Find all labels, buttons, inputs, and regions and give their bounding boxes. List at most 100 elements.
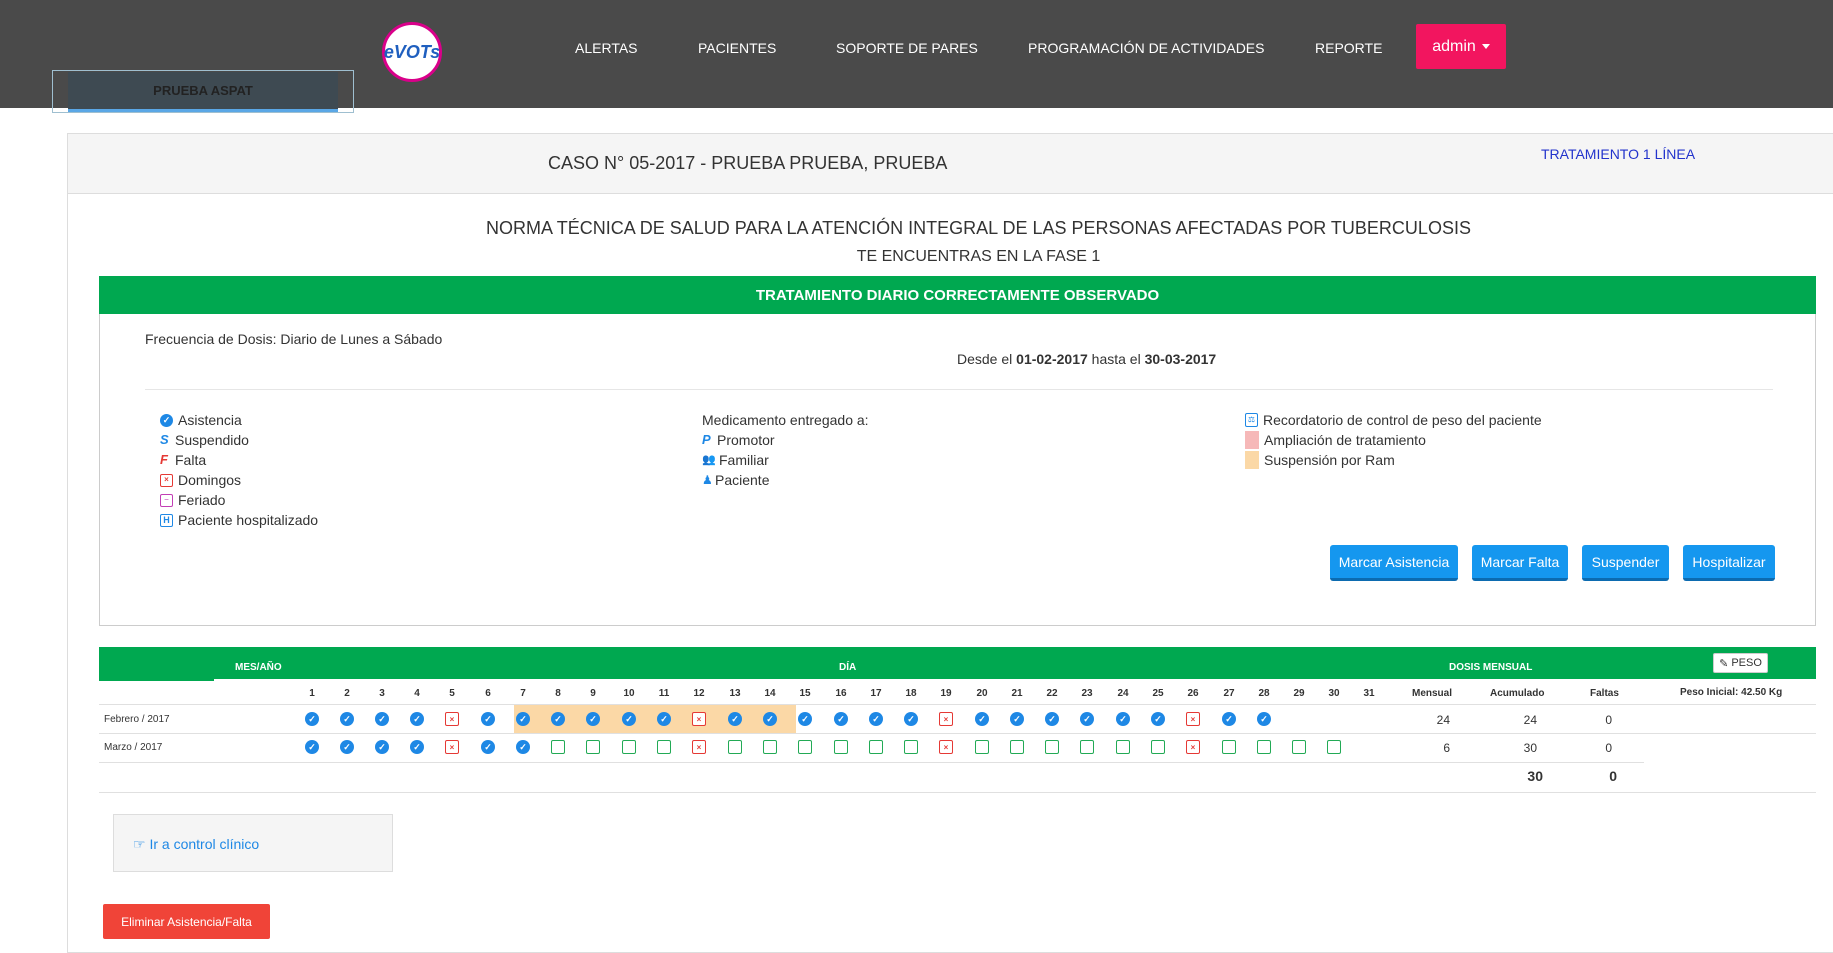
attendance-check-icon[interactable]: ✓: [375, 740, 389, 754]
admin-label: admin: [1432, 37, 1476, 55]
attendance-check-icon[interactable]: ✓: [375, 712, 389, 726]
attendance-check-icon[interactable]: ✓: [1116, 712, 1130, 726]
empty-day-checkbox[interactable]: [551, 740, 565, 754]
empty-day-checkbox[interactable]: [657, 740, 671, 754]
attendance-check-icon[interactable]: ✓: [305, 712, 319, 726]
attendance-check-icon[interactable]: ✓: [516, 712, 530, 726]
norma-title: NORMA TÉCNICA DE SALUD PARA LA ATENCIÓN …: [486, 218, 1471, 238]
nav-alertas[interactable]: ALERTAS: [575, 40, 638, 56]
attendance-check-icon[interactable]: ✓: [481, 712, 495, 726]
hospitalizar-button[interactable]: Hospitalizar: [1683, 545, 1775, 581]
attendance-check-icon[interactable]: ✓: [1080, 712, 1094, 726]
day-number: 26: [1187, 688, 1199, 699]
attendance-check-icon[interactable]: ✓: [305, 740, 319, 754]
sunday-calendar-icon[interactable]: ×: [445, 740, 459, 754]
header-accent: [99, 679, 214, 681]
empty-day-checkbox[interactable]: [1045, 740, 1059, 754]
nav-reporte[interactable]: REPORTE: [1315, 40, 1382, 56]
sunday-calendar-icon[interactable]: ×: [692, 740, 706, 754]
acumulado-value: 30: [1523, 741, 1537, 755]
empty-day-checkbox[interactable]: [1327, 740, 1341, 754]
attendance-check-icon[interactable]: ✓: [1045, 712, 1059, 726]
divider: [145, 389, 1773, 390]
attendance-check-icon[interactable]: ✓: [1151, 712, 1165, 726]
empty-day-checkbox[interactable]: [1080, 740, 1094, 754]
attendance-check-icon[interactable]: ✓: [975, 712, 989, 726]
empty-day-checkbox[interactable]: [763, 740, 777, 754]
nav-soporte-de-pares[interactable]: SOPORTE DE PARES: [836, 40, 978, 56]
sunday-calendar-icon[interactable]: ×: [1186, 740, 1200, 754]
legend-delivery: Medicamento entregado a: P Promotor 👥 Fami…: [702, 410, 869, 490]
empty-day-checkbox[interactable]: [1257, 740, 1271, 754]
date-range: Desde el 01-02-2017 hasta el 30-03-2017: [957, 351, 1216, 367]
suspender-button[interactable]: Suspender: [1582, 545, 1669, 581]
sunday-calendar-icon[interactable]: ×: [1186, 712, 1200, 726]
attendance-check-icon[interactable]: ✓: [340, 712, 354, 726]
attendance-check-icon[interactable]: ✓: [1010, 712, 1024, 726]
empty-day-checkbox[interactable]: [1222, 740, 1236, 754]
attendance-check-icon[interactable]: ✓: [869, 712, 883, 726]
empty-day-checkbox[interactable]: [1151, 740, 1165, 754]
attendance-check-icon[interactable]: ✓: [834, 712, 848, 726]
row-divider: [99, 762, 1644, 763]
sunday-calendar-icon[interactable]: ×: [939, 712, 953, 726]
peso-button[interactable]: ✎ PESO: [1713, 653, 1768, 673]
month-label: Febrero / 2017: [104, 714, 170, 725]
legend-asistencia: Asistencia: [178, 412, 242, 428]
attendance-check-icon[interactable]: ✓: [1222, 712, 1236, 726]
nav-pacientes[interactable]: PACIENTES: [698, 40, 776, 56]
day-number: 22: [1046, 688, 1058, 699]
day-number: 28: [1258, 688, 1270, 699]
marcar-falta-button[interactable]: Marcar Falta: [1472, 545, 1568, 581]
empty-day-checkbox[interactable]: [1116, 740, 1130, 754]
attendance-check-icon[interactable]: ✓: [410, 712, 424, 726]
marcar-asistencia-button[interactable]: Marcar Asistencia: [1330, 545, 1458, 581]
empty-day-checkbox[interactable]: [1292, 740, 1306, 754]
empty-day-checkbox[interactable]: [586, 740, 600, 754]
day-number: 9: [590, 688, 596, 699]
empty-day-checkbox[interactable]: [834, 740, 848, 754]
empty-day-checkbox[interactable]: [904, 740, 918, 754]
attendance-check-icon[interactable]: ✓: [481, 740, 495, 754]
day-number: 12: [693, 688, 705, 699]
faltas-value: 0: [1605, 741, 1612, 755]
dosis-mensual-header: DOSIS MENSUAL: [1449, 662, 1533, 673]
attendance-check-icon[interactable]: ✓: [657, 712, 671, 726]
nav-programacion-actividades[interactable]: PROGRAMACIÓN DE ACTIVIDADES: [1028, 40, 1264, 56]
sunday-calendar-icon[interactable]: ×: [939, 740, 953, 754]
empty-day-checkbox[interactable]: [622, 740, 636, 754]
day-number: 16: [835, 688, 847, 699]
attendance-check-icon[interactable]: ✓: [728, 712, 742, 726]
attendance-check-icon[interactable]: ✓: [340, 740, 354, 754]
attendance-check-icon[interactable]: ✓: [622, 712, 636, 726]
empty-day-checkbox[interactable]: [869, 740, 883, 754]
admin-dropdown-button[interactable]: admin: [1416, 24, 1506, 69]
evots-logo[interactable]: eVOTs: [382, 22, 442, 82]
sunday-calendar-icon[interactable]: ×: [692, 712, 706, 726]
desde-prefix: Desde el: [957, 351, 1013, 367]
attendance-check-icon[interactable]: ✓: [904, 712, 918, 726]
empty-day-checkbox[interactable]: [975, 740, 989, 754]
attendance-check-icon[interactable]: ✓: [763, 712, 777, 726]
suspension-ram-swatch: [1245, 451, 1259, 469]
eliminar-asistencia-falta-button[interactable]: Eliminar Asistencia/Falta: [103, 904, 270, 939]
day-number: 4: [414, 688, 420, 699]
legend-delivery-title: Medicamento entregado a:: [702, 412, 869, 428]
attendance-check-icon[interactable]: ✓: [410, 740, 424, 754]
treatment-line-link[interactable]: TRATAMIENTO 1 LÍNEA: [1541, 146, 1695, 162]
patient-tab[interactable]: PRUEBA ASPAT: [68, 72, 338, 112]
legend-suspendido: Suspendido: [175, 432, 249, 448]
control-clinico-link[interactable]: ☞ Ir a control clínico: [133, 836, 259, 853]
treatment-bar: TRATAMIENTO DIARIO CORRECTAMENTE OBSERVA…: [99, 276, 1816, 314]
mensual-header: Mensual: [1412, 688, 1453, 699]
person-icon: ♟: [702, 473, 713, 487]
attendance-check-icon[interactable]: ✓: [516, 740, 530, 754]
empty-day-checkbox[interactable]: [798, 740, 812, 754]
attendance-check-icon[interactable]: ✓: [551, 712, 565, 726]
sunday-calendar-icon[interactable]: ×: [445, 712, 459, 726]
attendance-check-icon[interactable]: ✓: [586, 712, 600, 726]
empty-day-checkbox[interactable]: [1010, 740, 1024, 754]
empty-day-checkbox[interactable]: [728, 740, 742, 754]
attendance-check-icon[interactable]: ✓: [798, 712, 812, 726]
attendance-check-icon[interactable]: ✓: [1257, 712, 1271, 726]
